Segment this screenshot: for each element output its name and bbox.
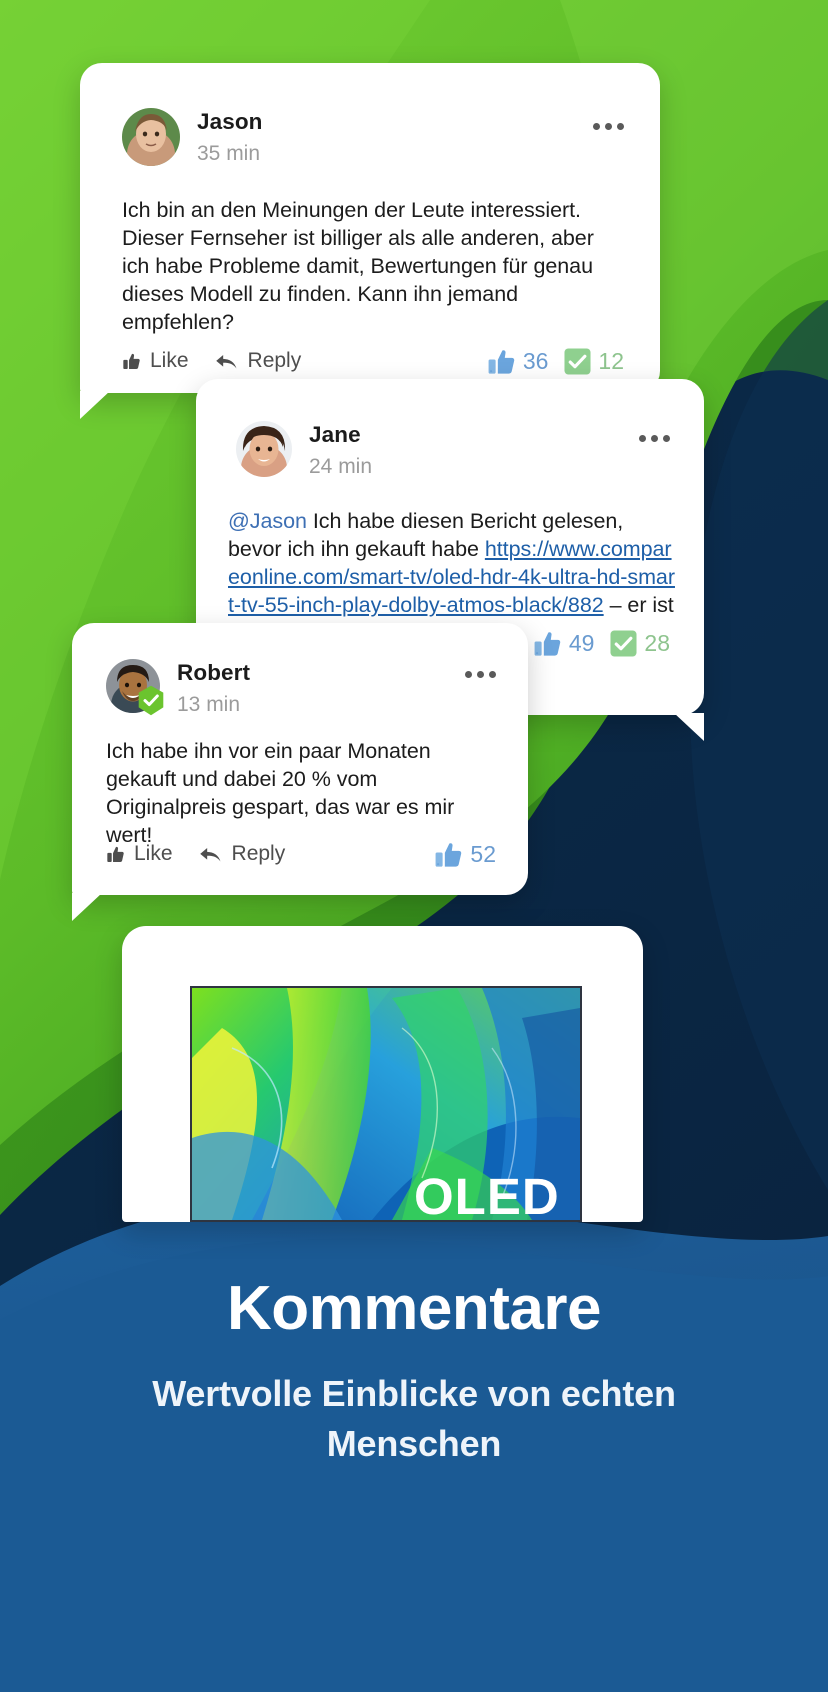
comment-card-robert[interactable]: Robert 13 min Ich habe ihn vor ein paar … <box>72 623 528 921</box>
like-label: Like <box>150 349 189 372</box>
more-options-icon[interactable] <box>465 671 496 678</box>
author-name: Jason <box>197 109 263 134</box>
tv-screen-image: OLED <box>190 986 582 1222</box>
author-name: Jane <box>309 422 361 447</box>
comment-stats: 52 <box>434 841 496 868</box>
author-name: Robert <box>177 660 251 685</box>
author-meta: Jane 24 min <box>309 421 372 479</box>
tv-product-card[interactable]: OLED <box>122 926 643 1222</box>
page-subtitle: Wertvolle Einblicke von echten Menschen <box>152 1373 676 1464</box>
timestamp: 35 min <box>197 141 261 165</box>
author-meta: Jason 35 min <box>197 108 263 166</box>
like-count: 52 <box>470 840 496 867</box>
like-count-stat[interactable]: 49 <box>533 629 595 657</box>
check-count-stat[interactable]: 28 <box>610 630 670 657</box>
bubble-tail <box>72 893 102 921</box>
comment-header: Jason 35 min <box>122 108 263 166</box>
like-count-stat[interactable]: 52 <box>434 841 496 868</box>
more-options-icon[interactable] <box>639 435 670 442</box>
thumbs-up-icon <box>487 348 516 375</box>
like-count: 49 <box>568 629 595 656</box>
thumbs-up-icon <box>122 352 141 371</box>
thumbs-up-icon <box>533 630 562 657</box>
like-count: 36 <box>522 347 549 374</box>
mention-link[interactable]: @Jason <box>228 509 307 533</box>
more-options-icon[interactable] <box>593 123 624 130</box>
thumbs-up-icon <box>434 841 463 868</box>
oled-label: OLED <box>414 1168 560 1222</box>
comment-stats: 49 28 <box>533 630 670 657</box>
verified-shield-icon <box>137 685 165 716</box>
comment-actions: Like Reply <box>106 839 496 869</box>
comment-header: Jane 24 min <box>236 421 372 479</box>
green-check-icon <box>564 347 591 375</box>
check-count-stat[interactable]: 12 <box>564 348 624 375</box>
comment-actions: Like Reply <box>122 346 624 376</box>
avatar[interactable] <box>122 108 180 166</box>
reply-button[interactable]: Reply <box>199 842 286 866</box>
reply-arrow-icon <box>215 352 238 371</box>
page-title: Kommentare <box>227 1274 602 1343</box>
reply-arrow-icon <box>199 845 222 864</box>
author-meta: Robert 13 min <box>177 659 250 717</box>
avatar[interactable] <box>106 659 164 716</box>
avatar[interactable] <box>236 421 292 477</box>
timestamp: 13 min <box>177 692 241 716</box>
footer-block: Kommentare Wertvolle Einblicke von echte… <box>0 1276 828 1468</box>
like-count-stat[interactable]: 36 <box>487 347 549 375</box>
like-label: Like <box>134 842 173 865</box>
bubble-tail <box>80 391 110 419</box>
reply-button[interactable]: Reply <box>215 349 302 373</box>
like-button[interactable]: Like <box>106 842 173 866</box>
check-count: 28 <box>644 629 670 656</box>
comment-card-jason[interactable]: Jason 35 min Ich bin an den Meinungen de… <box>80 63 660 419</box>
check-count: 12 <box>598 347 624 374</box>
reply-label: Reply <box>247 349 302 372</box>
comment-text: Ich bin an den Meinungen der Leute inter… <box>122 198 594 335</box>
comment-header: Robert 13 min <box>106 659 250 717</box>
bubble-tail <box>674 713 704 741</box>
timestamp: 24 min <box>309 454 373 478</box>
comment-text: Ich habe ihn vor ein paar Monaten gekauf… <box>106 739 455 848</box>
green-check-icon <box>610 629 637 657</box>
like-button[interactable]: Like <box>122 349 189 373</box>
reply-label: Reply <box>231 842 286 865</box>
thumbs-up-icon <box>106 845 125 864</box>
comment-stats: 36 12 <box>487 348 624 375</box>
